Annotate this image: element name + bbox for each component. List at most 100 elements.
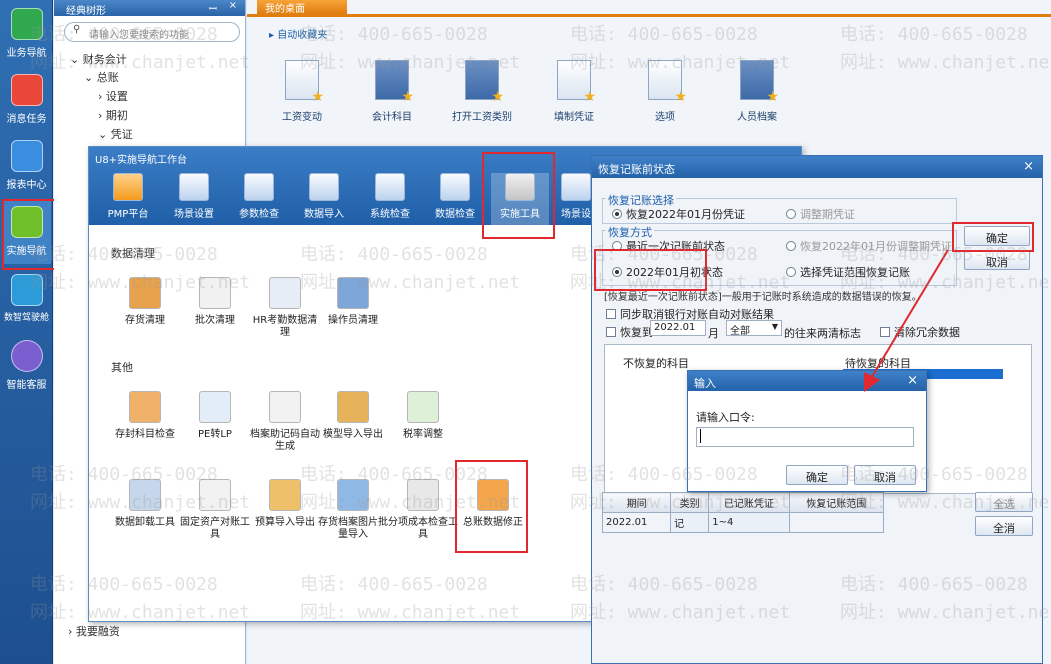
item-label: 档案助记码自动生成 (250, 429, 320, 452)
range-select[interactable]: 全部 ▼ (726, 320, 782, 337)
item-pe-to-lp[interactable]: PE转LP (179, 391, 251, 441)
item-budget-import-export[interactable]: 预算导入导出 (249, 479, 321, 529)
tool-scene-setting[interactable]: 场景设置 (165, 173, 223, 225)
document-lock-icon (199, 277, 231, 309)
tree-node-settings[interactable]: › 设置 (98, 88, 128, 104)
tool-system-check[interactable]: 系统检查 (361, 173, 419, 225)
tree-node-finance[interactable]: ⌄ 财务会计 (70, 51, 127, 67)
tool-label: 数据导入 (304, 209, 344, 220)
checkbox-icon (606, 309, 616, 319)
close-icon[interactable]: × (1023, 159, 1034, 174)
chevron-right-icon: › (68, 625, 76, 638)
report-center-icon (10, 140, 43, 172)
clapperboard-icon (179, 173, 209, 201)
month-label: 月 (708, 327, 719, 340)
clear-all-button[interactable]: 全消 (975, 516, 1033, 536)
annotation-arrow (864, 249, 949, 392)
book-star-icon (465, 60, 504, 105)
tool-label: 场景设置 (174, 209, 214, 220)
fav-item-options[interactable]: 选项 (630, 60, 700, 123)
fav-item-open-salary-category[interactable]: 打开工资类别 (447, 60, 517, 123)
item-batch-clean[interactable]: 批次清理 (179, 277, 251, 327)
tool-data-import[interactable]: 数据导入 (295, 173, 353, 225)
close-icon[interactable]: × (229, 0, 237, 11)
password-ok-button[interactable]: 确定 (786, 465, 848, 485)
rail-item-report-center[interactable]: 报表中心 (2, 134, 51, 198)
rail-item-smart-service[interactable]: 智能客服 (2, 334, 51, 398)
item-label: 预算导入导出 (255, 517, 315, 528)
fav-item-personnel[interactable]: 人员档案 (722, 60, 792, 123)
left-navigation-rail: 业务导航 消息任务 报表中心 实施导航 数智驾驶舱 智能客服 (0, 0, 53, 664)
item-fixed-asset-tool[interactable]: 固定资产对账工具 (179, 479, 251, 541)
item-label: 操作员清理 (328, 315, 378, 326)
tree-node-ledger[interactable]: ⌄ 总账 (84, 69, 119, 85)
document-star-icon (285, 60, 324, 105)
table-header-row: 期间 类别 已记账凭证 恢复记账范围 (601, 492, 885, 513)
tool-param-check[interactable]: 参数检查 (230, 173, 288, 225)
checkbox-icon (606, 327, 616, 337)
pin-icon[interactable]: ꟷ (209, 1, 217, 15)
month-select[interactable]: 2022.01 (650, 320, 706, 336)
package-search-icon (407, 479, 439, 511)
tool-scene-design[interactable]: 场景设 (556, 173, 596, 225)
rail-item-cockpit[interactable]: 数智驾驶舱 (2, 268, 51, 332)
item-label: 税率调整 (403, 429, 443, 440)
table-header: 类别 (670, 492, 710, 513)
tree-node-label: 期初 (105, 109, 128, 122)
text-cursor (700, 429, 701, 443)
book-star-icon (740, 60, 779, 105)
period-table: 期间 类别 已记账凭证 恢复记账范围 2022.01 记 1~4 (601, 492, 885, 533)
item-inventory-clean[interactable]: 存货清理 (109, 277, 181, 327)
rail-item-business-nav[interactable]: 业务导航 (2, 2, 51, 66)
business-nav-icon (10, 8, 43, 40)
highlight-ok-button (952, 222, 1034, 252)
radio-restore-voucher[interactable]: 恢复2022年01月份凭证 (612, 206, 745, 222)
desktop-tab-underline (247, 14, 1051, 17)
arrows-icon (337, 391, 369, 423)
select-all-button[interactable]: 全选 (975, 492, 1033, 512)
highlight-ledger-fix (455, 460, 528, 553)
item-mnemonic-gen[interactable]: 档案助记码自动生成 (249, 391, 321, 453)
chevron-down-icon: ▸ (269, 30, 278, 41)
item-data-unload[interactable]: 数据卸载工具 (109, 479, 181, 529)
tool-pmp[interactable]: PMP平台 (99, 173, 157, 225)
restore-dialog-title-text: 恢复记账前状态 (598, 163, 675, 176)
rail-label: 报表中心 (6, 180, 47, 191)
radio-dot-icon (612, 209, 622, 219)
item-account-check[interactable]: 存封科目检查 (109, 391, 181, 441)
item-tax-adjust[interactable]: 税率调整 (387, 391, 459, 441)
cancel-button[interactable]: 取消 (964, 250, 1030, 270)
fav-item-salary-change[interactable]: 工资变动 (267, 60, 337, 123)
radio-adjust-voucher[interactable]: 调整期凭证 (786, 206, 855, 222)
fav-item-fill-voucher[interactable]: 填制凭证 (539, 60, 609, 123)
password-input[interactable] (696, 427, 914, 447)
tab-my-desktop[interactable]: 我的桌面 (257, 0, 347, 15)
table-lock-icon (269, 277, 301, 309)
tree-node-financing[interactable]: › 我要融资 (68, 623, 120, 639)
table-row[interactable]: 2022.01 记 1~4 (601, 512, 885, 533)
search-input[interactable]: ⚲ 请输入您要搜索的功能 (64, 22, 240, 42)
item-cost-check[interactable]: 分项成本检查工具 (387, 479, 459, 541)
tree-node-voucher[interactable]: ⌄ 凭证 (98, 126, 133, 142)
chevron-right-icon: › (98, 109, 106, 122)
tree-title-text: 经典树形 (66, 6, 106, 17)
message-task-icon (10, 74, 43, 106)
search-icon: ⚲ (73, 24, 81, 35)
fav-item-label: 人员档案 (737, 112, 777, 123)
item-image-batch-import[interactable]: 存货档案图片批量导入 (317, 479, 389, 541)
rail-label: 智能客服 (6, 380, 47, 391)
item-model-import-export[interactable]: 模型导入导出 (317, 391, 389, 441)
fav-item-accounts[interactable]: 会计科目 (357, 60, 427, 123)
radio-label: 调整期凭证 (800, 208, 855, 221)
tree-node-label: 总账 (96, 71, 119, 84)
tool-data-check[interactable]: 数据检查 (426, 173, 484, 225)
tree-panel-title: 经典树形 ꟷ × (54, 0, 245, 17)
checkbox-label: 恢复到 (620, 326, 653, 339)
password-cancel-button[interactable]: 取消 (854, 465, 916, 485)
checkbox-restore-to[interactable]: 恢复到 (606, 324, 653, 340)
table-header: 已记账凭证 (708, 492, 790, 513)
rail-item-message-task[interactable]: 消息任务 (2, 68, 51, 132)
item-operator-clean[interactable]: 操作员清理 (317, 277, 389, 327)
tree-node-opening[interactable]: › 期初 (98, 107, 128, 123)
item-hr-attendance-clean[interactable]: HR考勤数据清理 (249, 277, 321, 339)
